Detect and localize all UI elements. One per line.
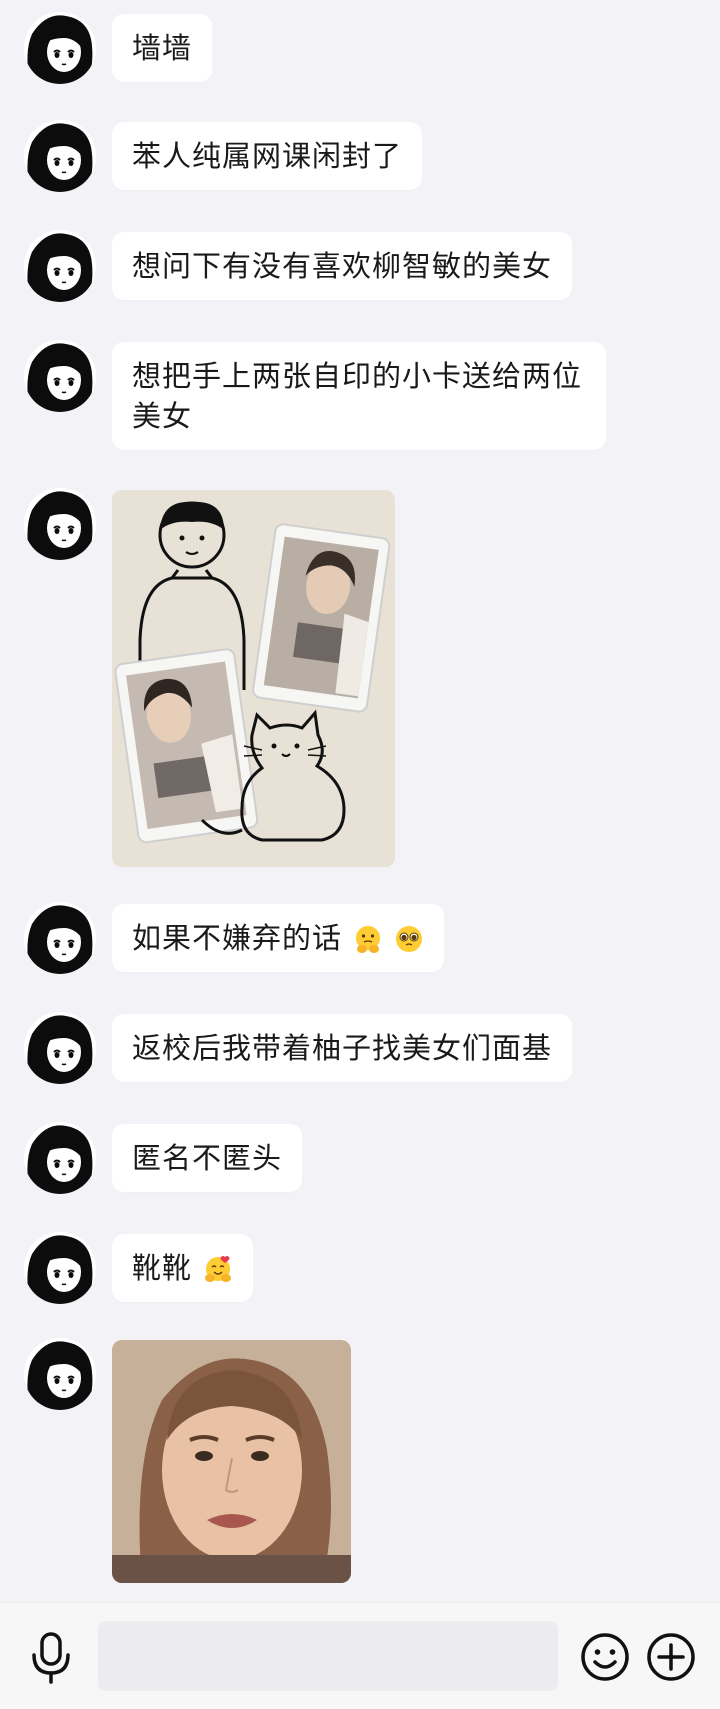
avatar[interactable]: [24, 1232, 96, 1304]
message-bubble[interactable]: 想问下有没有喜欢柳智敏的美女: [112, 232, 573, 300]
message-text: 返校后我带着柚子找美女们面基: [132, 1031, 553, 1065]
message-text: 想把手上两张自印的小卡送给两位美女: [132, 359, 583, 433]
chat-message-list[interactable]: 墙墙 苯人纯属网课闲封了 想问下有没有喜欢柳智敏的美女 想把手上两张自印的小卡送…: [0, 0, 720, 1602]
photo-cards-image: [112, 490, 395, 867]
avatar[interactable]: [24, 488, 96, 560]
message-text: 靴靴: [132, 1251, 193, 1285]
message-input[interactable]: [98, 1621, 558, 1691]
plus-circle-icon[interactable]: [646, 1632, 696, 1682]
message-text: 匿名不匿头: [132, 1141, 283, 1175]
message-bubble[interactable]: 苯人纯属网课闲封了: [112, 122, 423, 190]
message-text: 想问下有没有喜欢柳智敏的美女: [132, 249, 553, 283]
crying-face-photo: [112, 1340, 351, 1583]
teary-eyes-emoji: [396, 926, 423, 952]
photo-message[interactable]: [112, 490, 395, 867]
message-bubble[interactable]: 匿名不匿头: [112, 1124, 303, 1192]
input-bar: [0, 1602, 720, 1709]
avatar[interactable]: [24, 120, 96, 192]
avatar[interactable]: [24, 902, 96, 974]
message-text: 苯人纯属网课闲封了: [132, 139, 403, 173]
message-bubble[interactable]: 如果不嫌弃的话: [112, 904, 445, 972]
avatar[interactable]: [24, 1012, 96, 1084]
message-bubble[interactable]: 靴靴: [112, 1234, 254, 1302]
message-bubble[interactable]: 墙墙: [112, 14, 213, 82]
avatar[interactable]: [24, 230, 96, 302]
message-text: 墙墙: [132, 31, 193, 65]
pleading-hands-emoji: [356, 926, 381, 953]
message-text: 如果不嫌弃的话: [132, 921, 343, 955]
message-bubble[interactable]: 返校后我带着柚子找美女们面基: [112, 1014, 573, 1082]
avatar[interactable]: [24, 1338, 96, 1410]
avatar[interactable]: [24, 1122, 96, 1194]
hugging-heart-emoji: [205, 1256, 232, 1282]
message-bubble[interactable]: 想把手上两张自印的小卡送给两位美女: [112, 342, 606, 450]
microphone-icon[interactable]: [28, 1631, 74, 1685]
photo-message[interactable]: [112, 1340, 351, 1583]
smiley-icon[interactable]: [580, 1632, 630, 1682]
avatar[interactable]: [24, 12, 96, 84]
avatar[interactable]: [24, 340, 96, 412]
